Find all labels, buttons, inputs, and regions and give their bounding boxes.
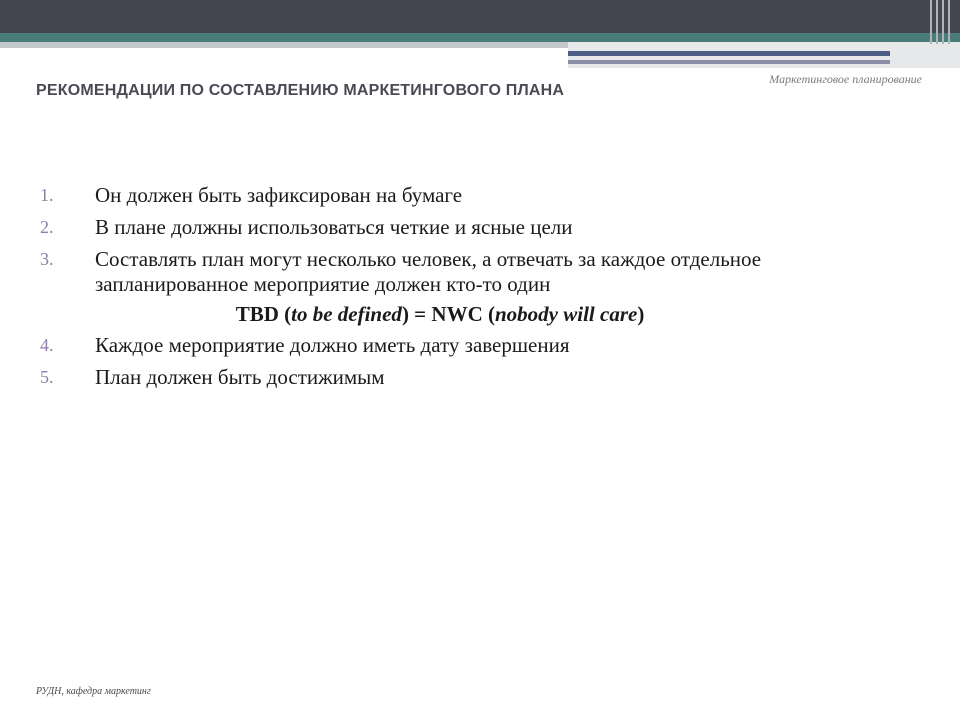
teal-decorative-band: [0, 33, 960, 42]
gray-decorative-band: [0, 42, 568, 48]
purple-decorative-line: [568, 60, 890, 64]
list-item: 3. Составлять план могут несколько челов…: [40, 247, 900, 297]
decorative-stripe: [936, 0, 938, 44]
list-item: 1. Он должен быть зафиксирован на бумаге: [40, 183, 900, 208]
item-number: 5.: [40, 367, 54, 387]
list-item: 2. В плане должны использоваться четкие …: [40, 215, 900, 240]
highlight-part: ) = NWC (: [401, 302, 495, 326]
decorative-stripe: [930, 0, 932, 44]
slide-title: РЕКОМЕНДАЦИИ ПО СОСТАВЛЕНИЮ МАРКЕТИНГОВО…: [36, 82, 565, 99]
highlight-italic: nobody will care: [494, 302, 638, 326]
highlight-italic: to be defined: [291, 302, 402, 326]
list-item: 4. Каждое мероприятие должно иметь дату …: [40, 333, 900, 358]
footer-label: РУДН, кафедра маркетинг: [36, 686, 151, 697]
tbd-nwc-highlight: TBD (to be defined) = NWC (nobody will c…: [40, 301, 900, 327]
list-item: 5. План должен быть достижимым: [40, 365, 900, 390]
decorative-stripe: [948, 0, 950, 44]
item-text: Он должен быть зафиксирован на бумаге: [95, 183, 463, 207]
corner-label: Маркетинговое планирование: [769, 72, 922, 86]
item-text: Каждое мероприятие должно иметь дату зав…: [95, 333, 570, 357]
item-text: Составлять план могут несколько человек,…: [95, 247, 762, 296]
blue-decorative-line: [568, 51, 890, 56]
item-number: 1.: [40, 185, 54, 205]
highlight-part: ): [637, 302, 645, 326]
item-text: В плане должны использоваться четкие и я…: [95, 215, 573, 239]
item-number: 3.: [40, 249, 54, 269]
highlight-part: TBD (: [235, 302, 292, 326]
item-number: 2.: [40, 217, 54, 237]
top-decorative-bar: [0, 0, 960, 33]
recommendations-list: 1. Он должен быть зафиксирован на бумаге…: [40, 183, 900, 397]
decorative-stripe: [942, 0, 944, 44]
item-number: 4.: [40, 335, 54, 355]
item-text: План должен быть достижимым: [95, 365, 385, 389]
